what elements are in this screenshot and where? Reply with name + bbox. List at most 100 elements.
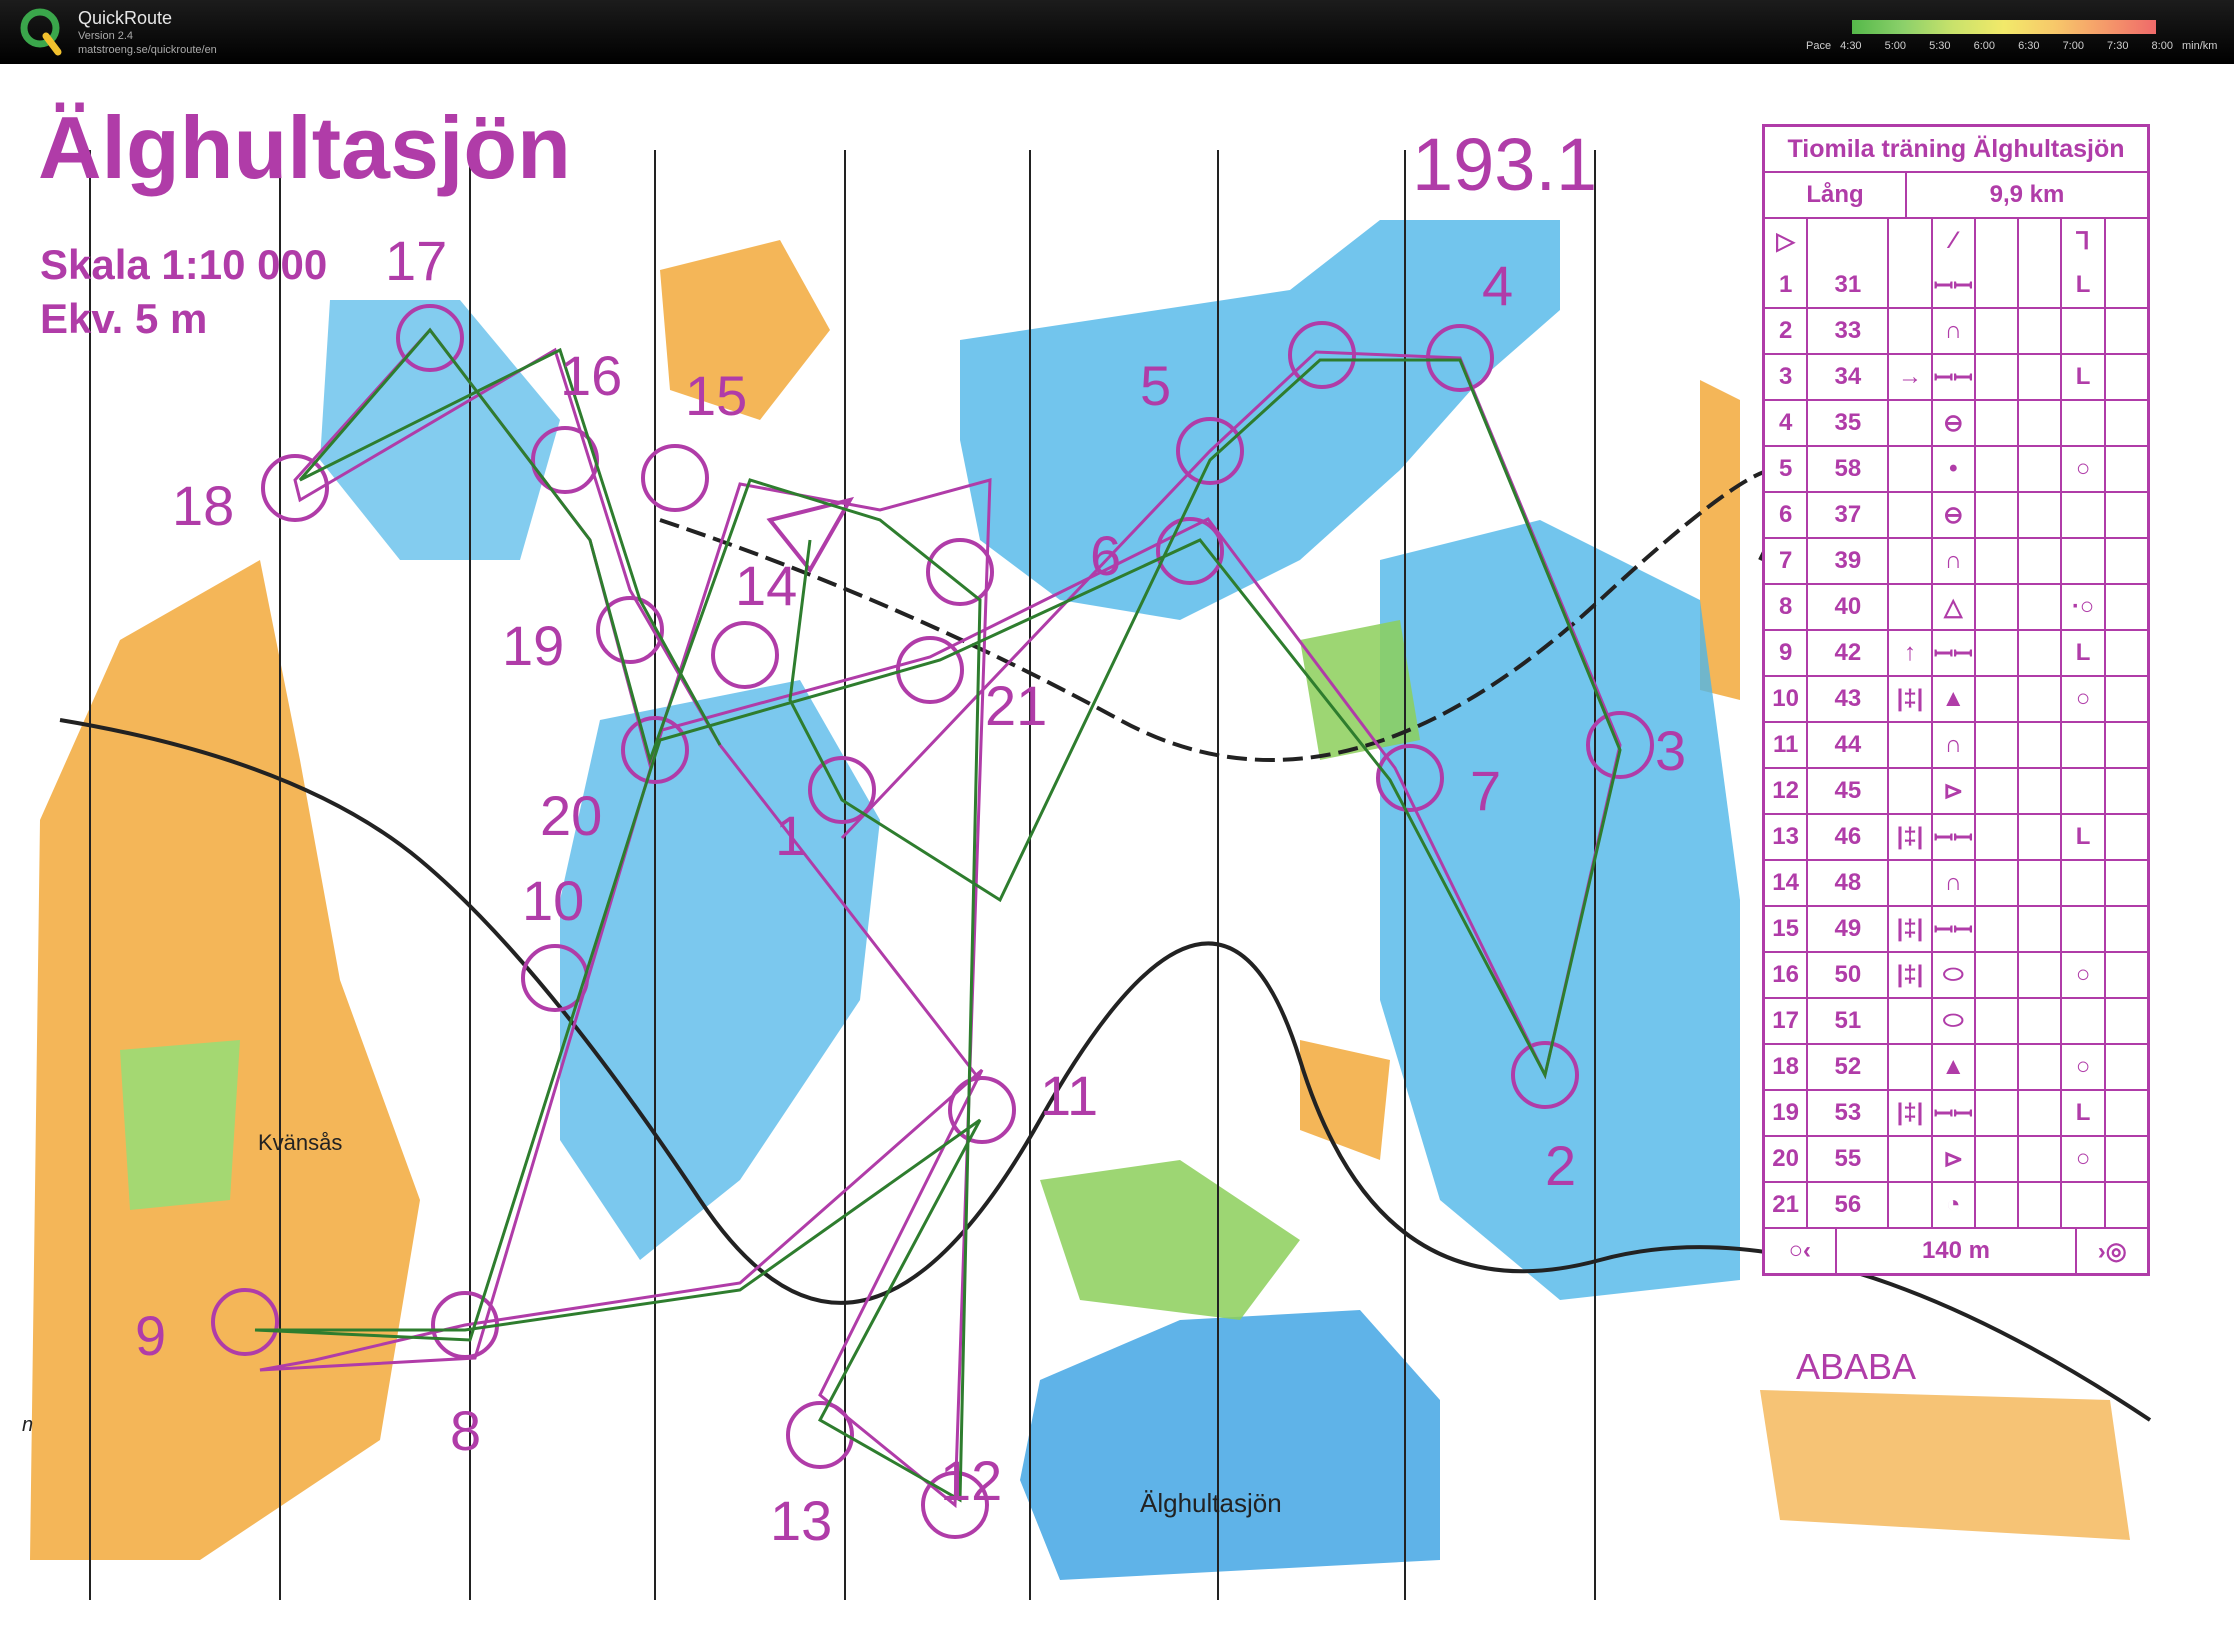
- control-code: 35: [1806, 401, 1887, 445]
- control-code: 48: [1806, 861, 1887, 905]
- control-code: 53: [1806, 1091, 1887, 1135]
- control-direction: [1887, 999, 1930, 1043]
- control-empty: [1973, 1183, 2017, 1227]
- control-code: 58: [1806, 447, 1887, 491]
- control-feature: ◔: [1930, 1183, 1974, 1227]
- control-code: 40: [1806, 585, 1887, 629]
- control-empty: [1973, 677, 2017, 721]
- control-empty: [1973, 631, 2017, 675]
- control-code: 50: [1806, 953, 1887, 997]
- desc-class-row: Lång 9,9 km: [1765, 171, 2147, 217]
- control-location: [2060, 539, 2103, 583]
- contour-interval-text: Ekv. 5 m: [40, 295, 208, 342]
- control-empty: [2103, 585, 2147, 629]
- control-number: 14: [1772, 869, 1799, 896]
- control-empty: [2017, 447, 2060, 491]
- control-empty: [2103, 401, 2147, 445]
- control-direction: |‡|: [1887, 815, 1930, 859]
- control-empty: [2103, 999, 2147, 1043]
- control-empty: [2103, 539, 2147, 583]
- course-code: 193.1: [1412, 123, 1598, 206]
- svg-text:16: 16: [560, 344, 622, 407]
- svg-text:1: 1: [775, 804, 806, 867]
- scale-text: Skala 1:10 000: [40, 241, 328, 288]
- control-direction: |‡|: [1887, 953, 1930, 997]
- control-location: L: [2060, 355, 2103, 399]
- control-direction: [1887, 401, 1930, 445]
- control-code: 34: [1806, 355, 1887, 399]
- control-code: 49: [1806, 907, 1887, 951]
- app-name: QuickRoute: [78, 8, 173, 28]
- svg-text:19: 19: [502, 614, 564, 677]
- control-feature: ⊖: [1930, 401, 1974, 445]
- control-feature: ∩: [1930, 539, 1974, 583]
- control-feature: ⬭: [1930, 953, 1974, 997]
- control-rows: 1 31 ꟷꟷ L 2 33 ∩ 3 34 → ꟷꟷ L 4 35 ⊖ 5 58 • ○ 6 37 ⊖ 7 39 ∩ 8 40 △ ·○…: [1765, 263, 2147, 1227]
- svg-text:20: 20: [540, 784, 602, 847]
- control-number: 10: [1772, 685, 1799, 712]
- control-number: 7: [1778, 547, 1793, 574]
- control-direction: [1887, 585, 1930, 629]
- control-direction: [1887, 493, 1930, 537]
- control-description-row: 1 31 ꟷꟷ L: [1765, 263, 2147, 307]
- svg-text:10: 10: [522, 869, 584, 932]
- control-empty: [2017, 723, 2060, 767]
- control-empty: [2103, 907, 2147, 951]
- pace-tick: 5:30: [1929, 40, 1951, 52]
- control-location: ·○: [2060, 585, 2103, 629]
- start-triangle-icon: ▷: [1776, 227, 1795, 255]
- control-number: 19: [1772, 1099, 1799, 1126]
- control-code: 44: [1806, 723, 1887, 767]
- start-slash-icon: ⁄: [1930, 219, 1974, 263]
- control-location: L: [2060, 815, 2103, 859]
- desc-class: Lång: [1806, 181, 1864, 208]
- control-empty: [1973, 1137, 2017, 1181]
- control-description-row: 8 40 △ ·○: [1765, 583, 2147, 629]
- svg-text:7: 7: [1470, 759, 1501, 822]
- control-empty: [1973, 1091, 2017, 1135]
- svg-text:5: 5: [1140, 354, 1171, 417]
- control-empty: [2017, 769, 2060, 813]
- control-number: 17: [1772, 1007, 1799, 1034]
- control-description-row: 6 37 ⊖: [1765, 491, 2147, 537]
- control-direction: |‡|: [1887, 907, 1930, 951]
- svg-text:9: 9: [135, 1304, 166, 1367]
- desc-title: Tiomila träning Älghultasjön: [1787, 134, 2125, 163]
- control-location: [2060, 493, 2103, 537]
- control-empty: [1973, 907, 2017, 951]
- control-code: 31: [1806, 263, 1887, 307]
- control-empty: [2103, 1091, 2147, 1135]
- control-empty: [2103, 309, 2147, 353]
- map-canvas[interactable]: 123 456 789 10 11 12 13 14 15 16 17 18 19 20 21 …: [0, 64, 2234, 1645]
- open-land-ababa: [1760, 1390, 2130, 1540]
- pace-tick: 5:00: [1884, 40, 1907, 52]
- control-empty: [1973, 861, 2017, 905]
- control-code: 52: [1806, 1045, 1887, 1089]
- control-location: [2060, 401, 2103, 445]
- control-direction: [1887, 723, 1930, 767]
- control-number: 9: [1778, 639, 1793, 666]
- control-feature: ⊳: [1930, 1137, 1974, 1181]
- control-feature: •: [1930, 447, 1974, 491]
- control-location: [2060, 769, 2103, 813]
- control-description-row: 5 58 • ○: [1765, 445, 2147, 491]
- svg-text:4: 4: [1482, 254, 1513, 317]
- control-empty: [2017, 815, 2060, 859]
- svg-text:18: 18: [172, 474, 234, 537]
- control-empty: [1973, 355, 2017, 399]
- svg-text:11: 11: [1040, 1064, 1098, 1127]
- control-location: [2060, 1183, 2103, 1227]
- app-url[interactable]: matstroeng.se/quickroute/en: [78, 44, 217, 56]
- control-description-row: 13 46 |‡| ꟷꟷ L: [1765, 813, 2147, 859]
- pace-color-scale: [1852, 20, 2156, 34]
- corner-letter: n: [22, 1414, 34, 1436]
- control-direction: [1887, 447, 1930, 491]
- control-feature: ꟷꟷ: [1930, 1091, 1974, 1135]
- control-location: [2060, 861, 2103, 905]
- control-empty: [2103, 677, 2147, 721]
- control-description-row: 16 50 |‡| ⬭ ○: [1765, 951, 2147, 997]
- control-location: [2060, 999, 2103, 1043]
- pace-tick: 6:00: [1973, 40, 1996, 52]
- place-label-lake: Älghultasjön: [1140, 1488, 1282, 1518]
- control-description-row: 10 43 |‡| ▲ ○: [1765, 675, 2147, 721]
